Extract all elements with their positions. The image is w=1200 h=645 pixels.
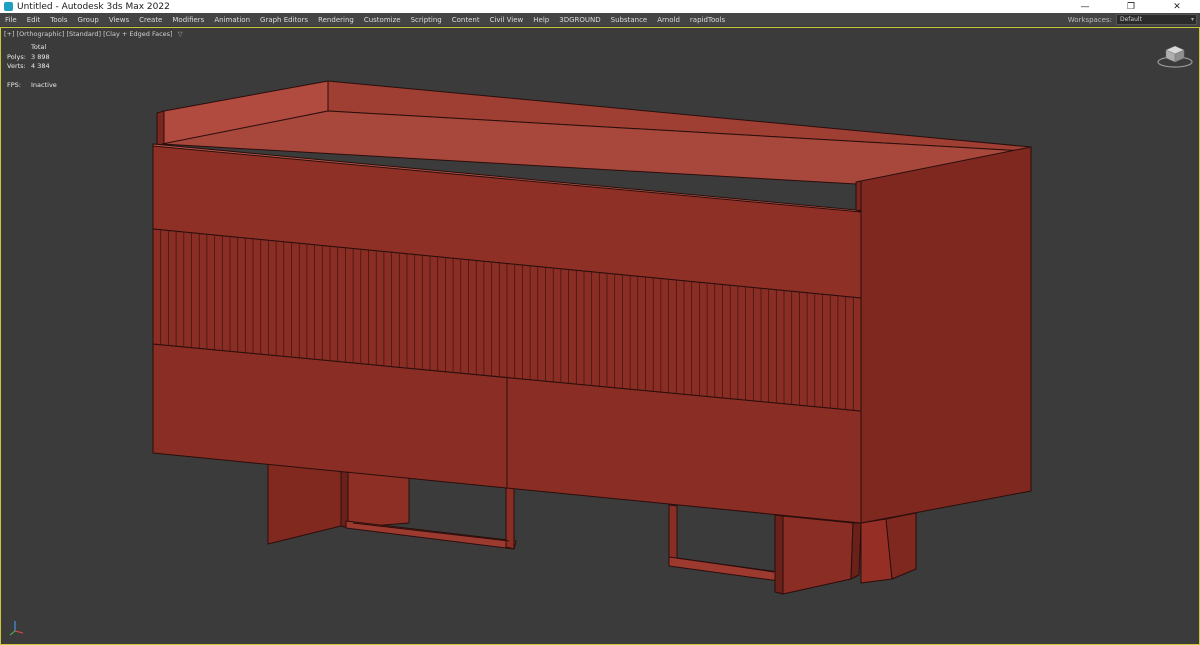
- menu-edit[interactable]: Edit: [22, 16, 46, 24]
- restore-button[interactable]: ❐: [1108, 0, 1154, 13]
- viewport-label-menu[interactable]: [+] [Orthographic] [Standard] [Clay + Ed…: [4, 30, 183, 38]
- menu-views[interactable]: Views: [104, 16, 134, 24]
- menu-civil-view[interactable]: Civil View: [485, 16, 529, 24]
- menu-arnold[interactable]: Arnold: [652, 16, 685, 24]
- polys-value: 3 898: [31, 52, 50, 61]
- perspective-viewport[interactable]: [+] [Orthographic] [Standard] [Clay + Ed…: [0, 27, 1200, 645]
- menu-3dground[interactable]: 3DGROUND: [554, 16, 605, 24]
- workspace-select[interactable]: Default: [1116, 14, 1197, 25]
- menu-animation[interactable]: Animation: [209, 16, 255, 24]
- funnel-icon[interactable]: ▽: [178, 30, 183, 38]
- minimize-button[interactable]: —: [1062, 0, 1108, 13]
- menu-substance[interactable]: Substance: [606, 16, 653, 24]
- menu-customize[interactable]: Customize: [359, 16, 406, 24]
- menu-rendering[interactable]: Rendering: [313, 16, 359, 24]
- menu-scripting[interactable]: Scripting: [406, 16, 447, 24]
- verts-label: Verts:: [7, 62, 26, 70]
- viewport-shading-quality-menu[interactable]: [Standard]: [66, 30, 101, 38]
- workspaces-label: Workspaces:: [1067, 15, 1112, 24]
- menu-group[interactable]: Group: [73, 16, 104, 24]
- menu-create[interactable]: Create: [134, 16, 167, 24]
- sideboard-model: [152, 80, 1032, 595]
- menu-rapidtools[interactable]: rapidTools: [685, 16, 730, 24]
- app-icon: [4, 2, 13, 11]
- polys-label: Polys:: [7, 52, 26, 61]
- fps-label: FPS:: [7, 80, 21, 89]
- fps-value: Inactive: [31, 80, 57, 89]
- window-title: Untitled - Autodesk 3ds Max 2022: [17, 1, 170, 12]
- viewport-display-mode-menu[interactable]: [Clay + Edged Faces]: [103, 30, 172, 38]
- viewport-statistics: Total Polys: 3 898 Verts: 4 384 FPS: Inacti…: [7, 43, 57, 90]
- title-bar: Untitled - Autodesk 3ds Max 2022 — ❐ ✕: [0, 0, 1200, 13]
- menu-help[interactable]: Help: [528, 16, 554, 24]
- menu-modifiers[interactable]: Modifiers: [167, 16, 209, 24]
- viewcube-icon[interactable]: [1157, 42, 1193, 70]
- viewport-general-menu[interactable]: [+]: [4, 30, 15, 38]
- menu-tools[interactable]: Tools: [45, 16, 72, 24]
- menu-content[interactable]: Content: [447, 16, 485, 24]
- menu-file[interactable]: File: [0, 16, 22, 24]
- close-button[interactable]: ✕: [1154, 0, 1200, 13]
- verts-value: 4 384: [31, 62, 50, 70]
- axis-tripod-icon: [9, 621, 24, 636]
- viewport-pov-menu[interactable]: [Orthographic]: [17, 30, 65, 38]
- stats-header: Total: [31, 43, 47, 51]
- menu-graph-editors[interactable]: Graph Editors: [255, 16, 313, 24]
- menu-bar: File Edit Tools Group Views Create Modif…: [0, 13, 1200, 26]
